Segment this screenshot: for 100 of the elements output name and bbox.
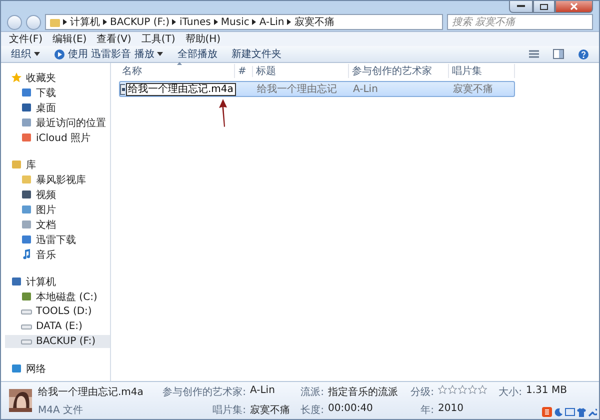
maximize-button[interactable] xyxy=(533,1,555,13)
music-icon xyxy=(21,249,32,260)
sidebar-item[interactable]: 暴风影视库 xyxy=(5,173,110,186)
column-header[interactable]: 唱片集 xyxy=(449,64,515,78)
close-icon xyxy=(570,3,578,10)
address-bar[interactable]: 计算机 BACKUP (F:) iTunes Music A-Lin 寂寞不痛 xyxy=(45,14,443,30)
sidebar-item[interactable]: TOOLS (D:) xyxy=(5,305,110,318)
chevron-icon xyxy=(172,19,176,25)
field-label: 分级: xyxy=(410,386,434,398)
preview-pane-icon[interactable] xyxy=(553,49,564,59)
menu-item[interactable]: 帮助(H) xyxy=(185,32,221,46)
field-value: 00:00:40 xyxy=(328,402,373,416)
sidebar-item-label: 桌面 xyxy=(36,102,56,114)
table-cell-text: 寂寞不痛 xyxy=(452,82,494,96)
chevron-icon xyxy=(214,19,218,25)
sidebar-item[interactable]: 视频 xyxy=(5,188,110,201)
sidebar-heading[interactable]: 收藏夹 xyxy=(5,71,110,84)
table-cell-text: 给我一个理由忘记 xyxy=(256,82,338,96)
sidebar-item[interactable]: 音乐 xyxy=(5,248,110,261)
chevron-icon xyxy=(103,19,107,25)
column-header[interactable]: # xyxy=(235,66,253,76)
help-icon[interactable] xyxy=(578,48,589,60)
shirt-icon[interactable] xyxy=(577,408,586,416)
sidebar-item-label: iCloud 照片 xyxy=(36,132,91,144)
sidebar-item[interactable]: iCloud 照片 xyxy=(5,131,110,144)
sidebar-item[interactable]: 最近访问的位置 xyxy=(5,116,110,129)
menu-item[interactable]: 工具(T) xyxy=(141,32,176,46)
minimize-button[interactable] xyxy=(509,1,533,13)
toolbar-button[interactable]: 全部播放 xyxy=(177,47,218,61)
sidebar-item-label: 迅雷下载 xyxy=(36,234,76,246)
sidebar-heading-label: 库 xyxy=(26,158,36,172)
sidebar-item-label: 本地磁盘 (C:) xyxy=(36,290,98,304)
sidebar-item[interactable]: 文档 xyxy=(5,218,110,231)
field-label: 流派: xyxy=(300,386,324,398)
rename-field[interactable]: 给我一个理由忘记.m4a xyxy=(126,82,236,96)
search-field[interactable]: 搜索 寂寞不痛 xyxy=(447,14,593,30)
field-label: 大小: xyxy=(498,386,522,398)
forward-button[interactable] xyxy=(26,14,41,30)
play-icon xyxy=(54,48,65,60)
maximize-icon xyxy=(540,4,548,10)
toolbar-button[interactable]: 新建文件夹 xyxy=(231,47,282,61)
moon-icon[interactable] xyxy=(554,408,563,416)
field-label: 唱片集: xyxy=(212,404,246,416)
sidebar-item[interactable]: DATA (E:) xyxy=(5,320,110,333)
column-header[interactable]: 标题 xyxy=(253,64,349,78)
toolbar-button[interactable]: 组织 xyxy=(11,47,40,61)
file-row[interactable]: 给我一个理由忘记.m4a 给我一个理由忘记 A-Lin 寂寞不痛 xyxy=(119,81,515,97)
breadcrumb[interactable]: BACKUP (F:) xyxy=(110,16,170,28)
sidebar-heading-label: 网络 xyxy=(26,362,46,376)
back-button[interactable] xyxy=(7,14,22,30)
sidebar-heading[interactable]: 网络 xyxy=(5,362,110,375)
caret-icon xyxy=(157,52,164,56)
column-header[interactable]: 参与创作的艺术家 xyxy=(349,64,449,78)
star-icon xyxy=(478,384,487,394)
chevron-icon xyxy=(287,19,292,25)
menu-item[interactable]: 编辑(E) xyxy=(52,32,87,46)
field-label: 参与创作的艺术家: xyxy=(162,386,246,398)
sidebar-item-label: 音乐 xyxy=(36,248,56,262)
sidebar-heading[interactable]: 计算机 xyxy=(5,275,110,288)
sidebar-item[interactable]: 本地磁盘 (C:) xyxy=(5,290,110,303)
keyboard-icon[interactable] xyxy=(565,408,575,416)
menu-item[interactable]: 查看(V) xyxy=(96,32,132,46)
field-label: 长度: xyxy=(300,404,324,416)
ime-icon[interactable] xyxy=(542,407,552,417)
breadcrumb[interactable]: A-Lin xyxy=(259,16,284,28)
sidebar-item-label: TOOLS (D:) xyxy=(36,306,92,317)
close-button[interactable] xyxy=(555,1,593,13)
sidebar-heading[interactable]: 库 xyxy=(5,158,110,171)
chevron-icon xyxy=(252,19,256,25)
sidebar-item-label: 下载 xyxy=(36,86,56,100)
sidebar-item-label: 暴风影视库 xyxy=(36,174,86,186)
field-value: A-Lin xyxy=(250,384,275,398)
sidebar-item[interactable]: 桌面 xyxy=(5,101,110,114)
field-value: 2010 xyxy=(438,402,464,416)
sidebar-item[interactable]: BACKUP (F:) xyxy=(5,335,110,348)
breadcrumb[interactable]: 寂寞不痛 xyxy=(294,15,334,29)
toolbar-button[interactable]: 使用 迅雷影音 播放 xyxy=(54,47,164,61)
sidebar-item-label: 最近访问的位置 xyxy=(36,116,106,130)
caret-icon xyxy=(34,52,40,56)
breadcrumb[interactable]: iTunes xyxy=(179,16,211,28)
minimize-icon xyxy=(517,5,525,8)
column-header[interactable]: 名称 xyxy=(119,64,235,78)
sidebar-item[interactable]: 图片 xyxy=(5,203,110,216)
menu-item[interactable]: 文件(F) xyxy=(9,32,43,46)
sidebar-item[interactable]: 迅雷下载 xyxy=(5,233,110,246)
chevron-icon xyxy=(63,19,67,25)
breadcrumb[interactable]: Music xyxy=(220,16,250,28)
sidebar-heading-label: 收藏夹 xyxy=(26,72,56,84)
sidebar-item-label: 文档 xyxy=(36,218,56,232)
sidebar-item-label: DATA (E:) xyxy=(36,321,82,332)
breadcrumb[interactable]: 计算机 xyxy=(70,15,100,29)
sidebar-item-label: BACKUP (F:) xyxy=(36,336,96,347)
sidebar-heading-label: 计算机 xyxy=(26,276,56,288)
view-icon[interactable] xyxy=(529,50,539,58)
sidebar-item[interactable]: 下载 xyxy=(5,86,110,99)
field-value: 指定音乐的流派 xyxy=(328,386,398,398)
field-value: 1.31 MB xyxy=(526,384,567,398)
table-cell-text: A-Lin xyxy=(352,84,379,94)
file-name: 给我一个理由忘记.m4a xyxy=(38,386,144,398)
star-icon xyxy=(458,384,467,394)
